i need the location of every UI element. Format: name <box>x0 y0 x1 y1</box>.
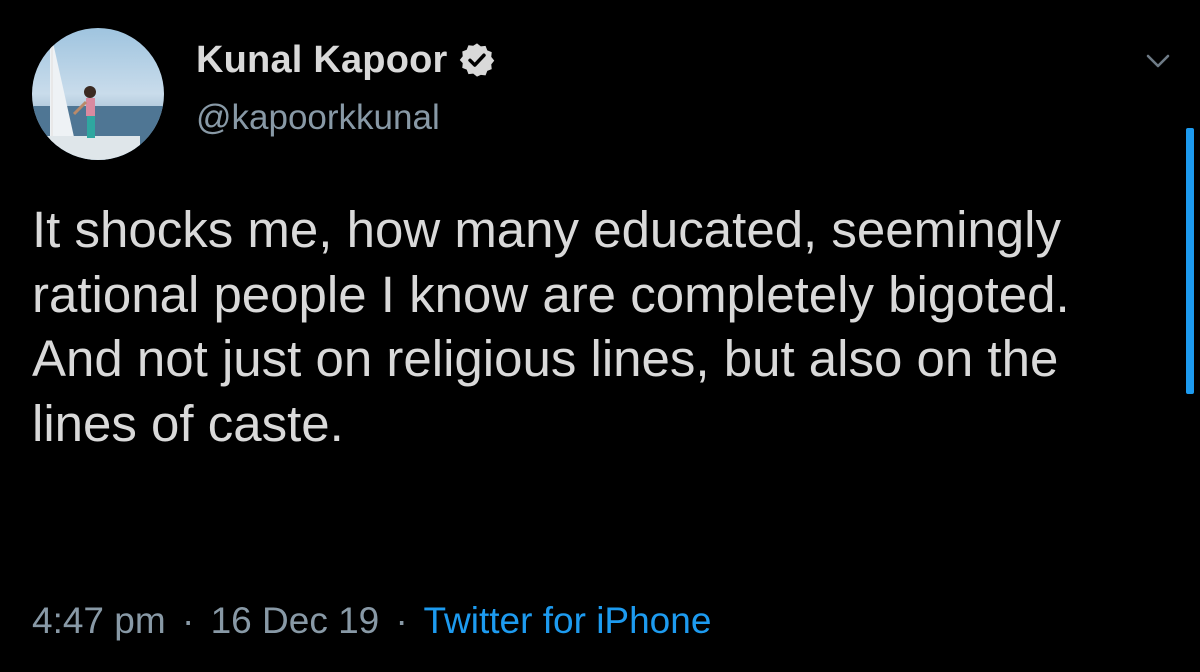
chevron-down-icon[interactable] <box>1142 50 1174 74</box>
verified-badge-icon <box>458 41 496 79</box>
user-handle[interactable]: @kapoorkkunal <box>196 98 496 138</box>
tweet-source-link[interactable]: Twitter for iPhone <box>424 600 712 641</box>
tweet-time[interactable]: 4:47 pm <box>32 600 166 641</box>
tweet-text: It shocks me, how many educated, seeming… <box>32 201 1070 452</box>
tweet-date[interactable]: 16 Dec 19 <box>211 600 380 641</box>
meta-separator: · <box>181 600 195 641</box>
meta-separator: · <box>395 600 408 641</box>
tweet-header: Kunal Kapoor @kapoorkkunal <box>196 36 496 138</box>
scrollbar[interactable] <box>1186 128 1194 394</box>
name-row: Kunal Kapoor <box>196 36 496 84</box>
display-name[interactable]: Kunal Kapoor <box>196 39 448 82</box>
avatar[interactable] <box>32 28 164 160</box>
tweet-meta: 4:47 pm · 16 Dec 19 · Twitter for iPhone <box>32 600 711 642</box>
